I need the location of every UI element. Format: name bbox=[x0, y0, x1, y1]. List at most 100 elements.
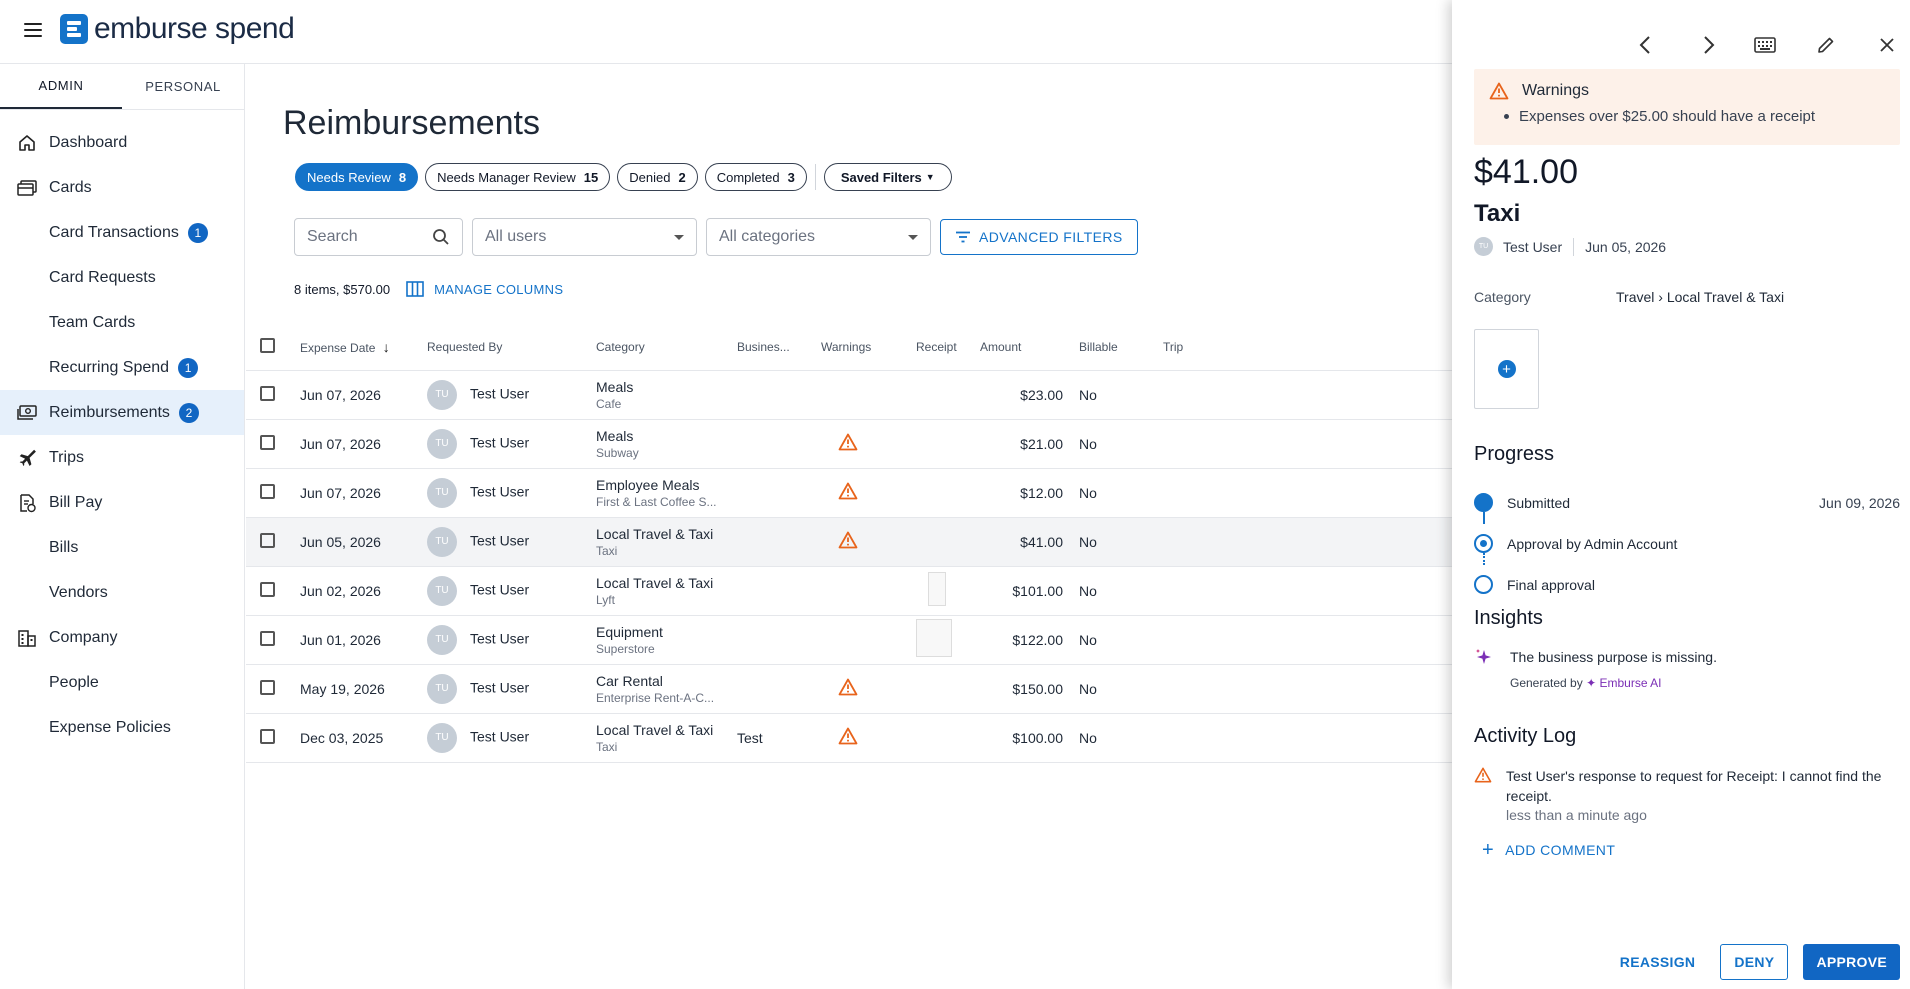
sidebar-item-label: Team Cards bbox=[49, 313, 136, 331]
column-header[interactable]: Requested By bbox=[427, 324, 596, 371]
row-checkbox[interactable] bbox=[260, 385, 275, 401]
search-input[interactable]: Search bbox=[294, 218, 463, 256]
row-checkbox[interactable] bbox=[260, 728, 275, 744]
sidebar-item-label: Dashboard bbox=[49, 133, 128, 151]
sidebar-item-card-transactions[interactable]: Card Transactions 1 bbox=[0, 210, 244, 255]
expense-date-cell: Jun 07, 2026 bbox=[300, 419, 427, 469]
deny-button[interactable]: DENY bbox=[1720, 944, 1789, 980]
advanced-filters-button[interactable]: ADVANCED FILTERS bbox=[940, 219, 1138, 255]
close-icon[interactable] bbox=[1874, 32, 1900, 58]
trip-cell bbox=[1163, 468, 1452, 518]
receipt-cell bbox=[916, 517, 980, 567]
reassign-button[interactable]: REASSIGN bbox=[1607, 944, 1709, 980]
column-header[interactable]: Warnings bbox=[821, 324, 916, 371]
sidebar-item-people[interactable]: People bbox=[0, 660, 244, 705]
column-header[interactable]: Expense Date ↓ bbox=[300, 324, 427, 371]
row-checkbox[interactable] bbox=[260, 434, 275, 450]
sidebar-item-recurring-spend[interactable]: Recurring Spend 1 bbox=[0, 345, 244, 390]
building-icon bbox=[16, 628, 38, 648]
sidebar-item-label: Bill Pay bbox=[49, 493, 103, 511]
column-header[interactable]: Trip bbox=[1163, 324, 1452, 371]
logo[interactable]: emburse spend bbox=[60, 14, 295, 44]
add-receipt-button[interactable]: + bbox=[1474, 329, 1539, 409]
chip-needs-review[interactable]: Needs Review 8 bbox=[295, 163, 419, 191]
add-comment-button[interactable]: + ADD COMMENT bbox=[1482, 840, 1615, 860]
row-checkbox[interactable] bbox=[260, 581, 275, 597]
sidebar-item-bills[interactable]: Bills bbox=[0, 525, 244, 570]
requester-name: Test User bbox=[470, 483, 530, 500]
status-filter-chips: Needs Review 8 Needs Manager Review 15 Den… bbox=[295, 163, 959, 191]
sidebar-item-cards[interactable]: Cards bbox=[0, 165, 244, 210]
requested-by-cell: TU Test User bbox=[427, 566, 596, 616]
row-select-cell bbox=[246, 370, 300, 420]
sidebar-item-trips[interactable]: Trips bbox=[0, 435, 244, 480]
row-checkbox[interactable] bbox=[260, 630, 275, 646]
table-row[interactable]: Jun 07, 2026 TU Test User Employee Meals Fir… bbox=[246, 468, 1452, 518]
expense-date-cell: Jun 01, 2026 bbox=[300, 615, 427, 665]
sidebar-item-card-requests[interactable]: Card Requests bbox=[0, 255, 244, 300]
avatar: TU bbox=[427, 673, 457, 704]
table-row[interactable]: May 19, 2026 TU Test User Car Rental Enterpr… bbox=[246, 664, 1452, 714]
next-icon[interactable] bbox=[1696, 32, 1722, 58]
keyboard-icon[interactable] bbox=[1752, 32, 1778, 58]
column-header[interactable]: Amount bbox=[980, 324, 1079, 371]
saved-filters-button[interactable]: Saved Filters ▼ bbox=[823, 163, 952, 191]
receipt-cell bbox=[916, 713, 980, 763]
receipt-thumbnail[interactable] bbox=[916, 619, 952, 657]
previous-icon[interactable] bbox=[1632, 32, 1658, 58]
chip-count: 2 bbox=[678, 169, 686, 185]
sidebar-item-bill-pay[interactable]: Bill Pay bbox=[0, 480, 244, 525]
trip-cell bbox=[1163, 615, 1452, 665]
billable-cell: No bbox=[1079, 370, 1163, 420]
chip-denied[interactable]: Denied 2 bbox=[617, 163, 698, 191]
chip-needs-manager-review[interactable]: Needs Manager Review 15 bbox=[425, 163, 611, 191]
plus-icon: + bbox=[1497, 360, 1516, 378]
sidebar-item-expense-policies[interactable]: Expense Policies bbox=[0, 705, 244, 750]
sidebar-item-reimbursements[interactable]: Reimbursements 2 bbox=[0, 390, 244, 435]
table-row[interactable]: Jun 07, 2026 TU Test User Meals Cafe $23.00 No bbox=[246, 370, 1452, 420]
column-header[interactable]: Billable bbox=[1079, 324, 1163, 371]
row-select-cell bbox=[246, 419, 300, 469]
chip-completed[interactable]: Completed 3 bbox=[704, 163, 807, 191]
sidebar-item-label: Bills bbox=[49, 538, 79, 556]
column-header[interactable]: Category bbox=[596, 324, 737, 371]
category-cell: Employee Meals First & Last Coffee S... bbox=[596, 468, 737, 518]
approve-button[interactable]: APPROVE bbox=[1803, 944, 1900, 980]
table-row[interactable]: Dec 03, 2025 TU Test User Local Travel & Ta… bbox=[246, 713, 1452, 763]
manage-columns-button[interactable]: MANAGE COLUMNS bbox=[406, 281, 563, 297]
menu-icon[interactable] bbox=[24, 23, 42, 37]
table-row[interactable]: Jun 02, 2026 TU Test User Local Travel & Ta… bbox=[246, 566, 1452, 616]
merchant-name: Taxi bbox=[596, 543, 618, 558]
select-all-checkbox[interactable] bbox=[260, 337, 275, 353]
table-row[interactable]: Jun 07, 2026 TU Test User Meals Subway $21.00… bbox=[246, 419, 1452, 469]
row-checkbox[interactable] bbox=[260, 483, 275, 499]
logo-mark-icon bbox=[60, 14, 88, 44]
search-icon bbox=[433, 229, 449, 245]
category-cell: Equipment Superstore bbox=[596, 615, 737, 665]
row-checkbox[interactable] bbox=[260, 532, 275, 548]
tab-admin[interactable]: ADMIN bbox=[0, 64, 122, 109]
users-select[interactable]: All users bbox=[472, 218, 697, 256]
column-header[interactable]: Receipt bbox=[916, 324, 980, 371]
tab-personal[interactable]: PERSONAL bbox=[122, 64, 244, 109]
progress-title: Progress bbox=[1474, 443, 1555, 465]
edit-pencil-icon[interactable] bbox=[1813, 32, 1839, 58]
sidebar-item-company[interactable]: Company bbox=[0, 615, 244, 660]
sidebar-item-team-cards[interactable]: Team Cards bbox=[0, 300, 244, 345]
activity-log-title: Activity Log bbox=[1474, 725, 1577, 747]
column-header[interactable]: Busines... bbox=[737, 324, 821, 371]
avatar: TU bbox=[1474, 237, 1493, 256]
table-row[interactable]: Jun 05, 2026 TU Test User Local Travel & Ta… bbox=[246, 517, 1452, 567]
sidebar-item-dashboard[interactable]: Dashboard bbox=[0, 120, 244, 165]
table-row[interactable]: Jun 01, 2026 TU Test User Equipment Supersto… bbox=[246, 615, 1452, 665]
category-name: Employee Meals bbox=[596, 476, 700, 493]
receipt-thumbnail[interactable] bbox=[928, 572, 946, 606]
avatar: TU bbox=[427, 722, 457, 753]
amount-cell: $23.00 bbox=[980, 370, 1079, 420]
row-checkbox[interactable] bbox=[260, 679, 275, 695]
manage-columns-label: MANAGE COLUMNS bbox=[434, 281, 564, 297]
row-select-cell bbox=[246, 468, 300, 518]
billable-cell: No bbox=[1079, 615, 1163, 665]
categories-select[interactable]: All categories bbox=[706, 218, 931, 256]
sidebar-item-vendors[interactable]: Vendors bbox=[0, 570, 244, 615]
